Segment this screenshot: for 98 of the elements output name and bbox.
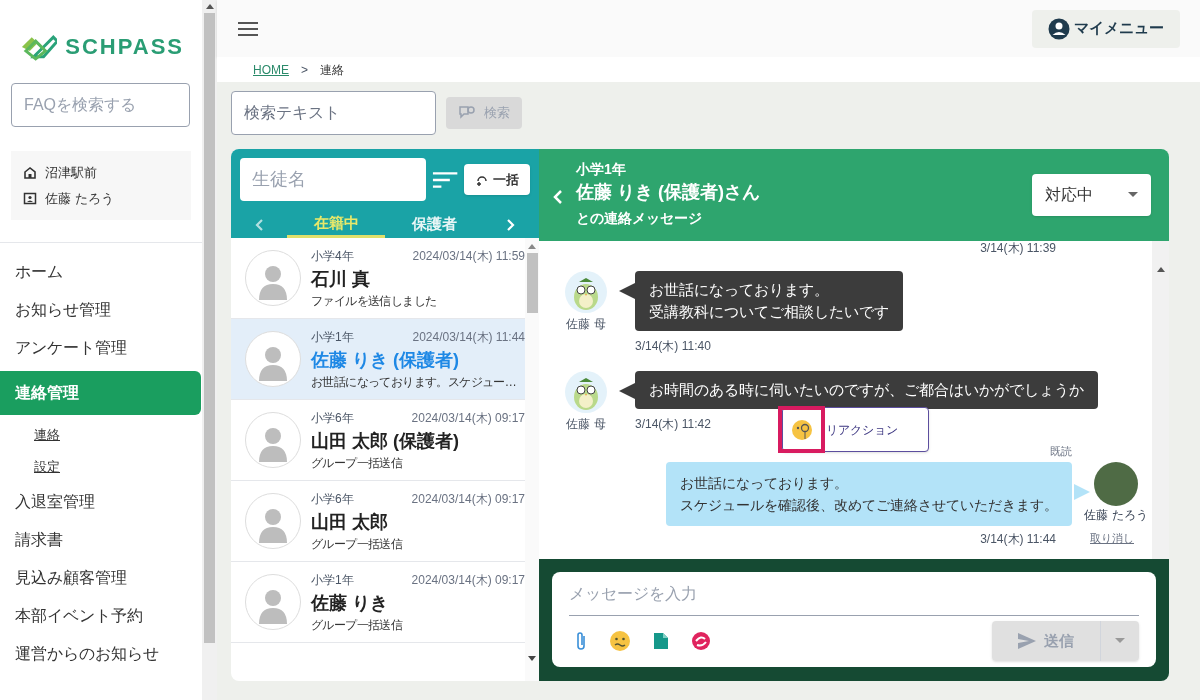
message-preview: グループ一括送信 <box>311 535 403 553</box>
bulk-button[interactable]: 一括 <box>464 164 530 195</box>
nav-item[interactable]: 本部イベント予約 <box>0 597 202 635</box>
chat-title: 佐藤 りき (保護者)さん <box>576 181 760 204</box>
message-preview: お世話になっております。スケジュー… <box>311 373 517 391</box>
message-datetime: 2024/03/14(木) 11:44 <box>412 328 525 346</box>
back-icon[interactable] <box>553 190 562 204</box>
chat-grade: 小学1年 <box>576 160 627 179</box>
nav-item[interactable]: 運営からのお知らせ <box>0 635 202 673</box>
emoji-icon[interactable] <box>609 630 631 652</box>
send-icon <box>1018 633 1036 649</box>
grade-label: 小学6年 <box>311 409 354 427</box>
faq-search-field[interactable]: FAQを検索する <box>11 83 190 127</box>
nav-item[interactable]: 請求書 <box>0 521 202 559</box>
avatar-icon <box>245 493 301 549</box>
home-icon <box>23 165 37 180</box>
document-icon[interactable] <box>653 632 669 650</box>
contact-name: 佐藤 りき (保護者) <box>311 348 460 372</box>
avatar-icon <box>245 331 301 387</box>
avatar-icon <box>245 412 301 468</box>
id-card-icon <box>23 191 37 206</box>
breadcrumb-separator: > <box>301 61 308 79</box>
scroll-up-icon[interactable] <box>528 244 536 249</box>
owl-avatar-icon <box>565 371 607 413</box>
bubble-tail <box>1074 483 1090 500</box>
grade-label: 小学1年 <box>311 328 354 346</box>
chat-scrollbar[interactable] <box>1152 241 1169 559</box>
sidebar-scrollbar[interactable] <box>202 0 217 700</box>
photo-placeholder <box>1094 461 1138 506</box>
grade-label: 小学1年 <box>311 571 354 589</box>
message-datetime: 2024/03/14(木) 09:17 <box>411 409 525 427</box>
logo-text: SCHPASS <box>65 33 184 61</box>
message-text: お世話になっております。 <box>649 280 830 300</box>
breadcrumb-current: 連絡 <box>320 61 344 79</box>
avatar-icon <box>245 574 301 630</box>
scroll-up-icon[interactable] <box>1156 267 1165 272</box>
breadcrumb-link[interactable]: HOME <box>253 60 289 79</box>
nav-item[interactable]: 見込み顧客管理 <box>0 559 202 597</box>
user-name: 佐藤 たろう <box>45 189 114 208</box>
caret-icon <box>1115 638 1125 644</box>
status-dropdown[interactable]: 対応中 <box>1032 174 1151 216</box>
student-search-field[interactable]: 生徒名 <box>240 158 426 201</box>
reaction-emoji-button[interactable] <box>778 406 825 453</box>
filter-icon[interactable] <box>432 170 459 189</box>
nav-item[interactable]: お知らせ管理 <box>0 291 202 329</box>
sender-name: 佐藤 母 <box>566 316 606 333</box>
scrollbar-thumb[interactable] <box>526 253 538 313</box>
paperclip-icon[interactable] <box>575 631 587 651</box>
nav-subitem[interactable]: 設定 <box>0 451 202 483</box>
school-name: 沼津駅前 <box>45 164 97 182</box>
message-text: お時間のある時に伺いたいのですが、ご都合はいかがでしょうか <box>649 380 1084 400</box>
undo-link[interactable]: 取り消し <box>1090 530 1134 547</box>
scroll-up-icon[interactable] <box>205 4 214 9</box>
message-preview: ファイルを送信しました <box>311 292 437 310</box>
reaction-label[interactable]: リアクション <box>826 420 898 439</box>
chat-subtitle: との連絡メッセージ <box>576 209 703 228</box>
message-time: 3/14(木) 11:39 <box>980 241 1056 255</box>
message-text: 受講教科についてご相談したいです <box>649 302 889 322</box>
grade-label: 小学4年 <box>311 247 354 265</box>
nav-item[interactable]: 入退室管理 <box>0 483 202 521</box>
message-preview: グループ一括送信 <box>311 454 403 472</box>
message-field[interactable]: メッセージを入力 <box>569 572 1139 616</box>
list-scrollbar[interactable] <box>525 238 539 681</box>
sender-name: 佐藤 母 <box>566 416 606 433</box>
message-datetime: 2024/03/14(木) 09:17 <box>411 571 525 589</box>
contact-name: 山田 太郎 <box>311 510 389 534</box>
nav-subitem[interactable]: 連絡 <box>0 419 202 451</box>
stamp-icon[interactable] <box>691 631 711 651</box>
nav-item[interactable]: ホーム <box>0 253 202 291</box>
chevron-right-icon[interactable] <box>507 218 515 231</box>
read-receipt: 既読 <box>1050 444 1072 459</box>
sender-name: 佐藤 たろう <box>1084 506 1148 524</box>
contact-name: 石川 真 <box>311 267 371 291</box>
contact-row[interactable]: 小学1年 2024/03/14(木) 11:44 佐藤 りき (保護者) お世話になっております。スケジュー… <box>231 319 525 400</box>
contact-name: 佐藤 りき <box>311 591 389 615</box>
nav-item[interactable]: アンケート管理 <box>0 329 202 367</box>
status-label: 対応中 <box>1045 185 1093 205</box>
message-datetime: 2024/03/14(木) 09:17 <box>411 490 525 508</box>
chevron-left-icon[interactable] <box>255 218 263 231</box>
menu-icon[interactable] <box>237 20 259 37</box>
owl-avatar-icon <box>565 271 607 313</box>
message-text: スケジュールを確認後、改めてご連絡させていただきます。 <box>680 495 1058 515</box>
account-icon <box>1048 17 1070 40</box>
avatar-icon <box>245 250 301 306</box>
message-time: 3/14(木) 11:42 <box>635 416 711 433</box>
caret-icon <box>1128 192 1138 198</box>
message-text: お世話になっております。 <box>680 473 849 493</box>
contact-name: 山田 太郎 (保護者) <box>311 429 460 453</box>
message-time: 3/14(木) 11:44 <box>980 530 1056 548</box>
scrollbar-thumb[interactable] <box>204 13 215 643</box>
message-datetime: 2024/03/14(木) 11:59 <box>412 247 525 265</box>
my-menu-button[interactable]: マイメニュー <box>1032 9 1180 48</box>
monocle-face-icon <box>790 418 813 441</box>
message-preview: グループ一括送信 <box>311 616 403 634</box>
scroll-down-icon[interactable] <box>528 656 536 661</box>
search-chat-icon <box>458 105 476 121</box>
message-time: 3/14(木) 11:40 <box>635 338 711 355</box>
grade-label: 小学6年 <box>311 490 354 508</box>
